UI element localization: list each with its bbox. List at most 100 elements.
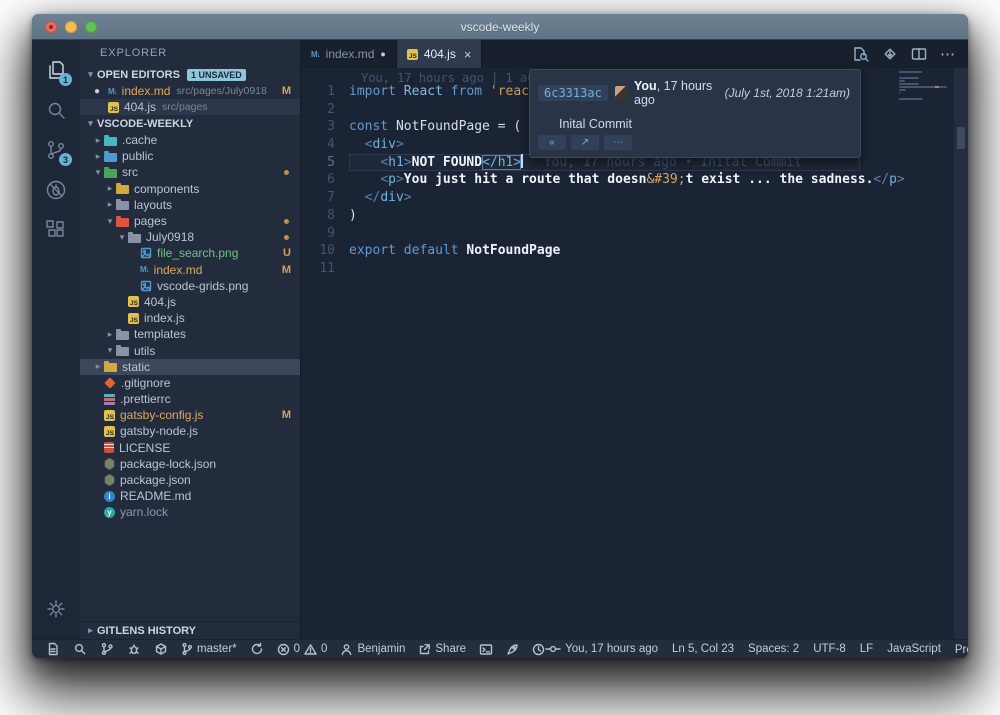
javascript-file-icon: JS (104, 410, 115, 421)
open-editor-label: 404.js (124, 100, 156, 114)
tree-item-utils[interactable]: ▾utils (80, 342, 300, 358)
status-item-history-clock[interactable] (532, 643, 545, 656)
minimize-window-button[interactable] (65, 21, 77, 33)
tree-item-LICENSE[interactable]: LICENSE (80, 440, 300, 456)
tree-item-src[interactable]: ▾src (80, 164, 300, 180)
line-number: 9 (301, 225, 335, 243)
gitlens-history-label: GITLENS HISTORY (97, 625, 196, 637)
more-actions-button[interactable]: ⋯ (604, 135, 632, 150)
tabs: M↓index.md●JS404.js× (301, 40, 482, 68)
status-item-indentation[interactable]: Spaces: 2 (748, 643, 799, 655)
tree-item-gatsby-node.js[interactable]: JSgatsby-node.js (80, 423, 300, 439)
tree-item-404.js[interactable]: JS404.js (80, 294, 300, 310)
gitlens-history-header[interactable]: ▸ GITLENS HISTORY (80, 621, 300, 639)
chevron-right-icon: ▸ (92, 151, 104, 162)
line-number: 11 (301, 260, 335, 278)
status-item-file-document[interactable] (46, 642, 60, 656)
status-item-sync[interactable] (250, 642, 264, 656)
status-item-rocket[interactable] (506, 643, 519, 656)
tree-item-.cache[interactable]: ▸.cache (80, 132, 300, 148)
activity-bar-item-extensions[interactable] (32, 210, 80, 250)
open-in-remote-button[interactable]: ↗ (571, 135, 599, 150)
activity-bar-item-explorer[interactable]: 1 (32, 50, 80, 90)
tree-item-vscode-grids.png[interactable]: vscode-grids.png (80, 278, 300, 294)
tree-item-label: README.md (120, 489, 191, 503)
close-icon[interactable]: × (464, 47, 472, 62)
modified-dot: ● (94, 86, 108, 97)
scrollbar[interactable] (954, 68, 968, 639)
zoom-window-button[interactable] (85, 21, 97, 33)
status-item-label: You, 17 hours ago (565, 643, 658, 655)
minimap-line (899, 80, 905, 82)
open-editors-label: OPEN EDITORS (97, 69, 180, 81)
folder-icon (104, 153, 117, 162)
workspace-folder-header[interactable]: ▾ VSCODE-WEEKLY (80, 115, 300, 132)
file-tree: ▸.cache ▸ public▾src▸components▸layouts▾pa… (80, 132, 300, 521)
tab-404.js[interactable]: JS404.js× (397, 40, 483, 68)
open-editors-header[interactable]: ▾ OPEN EDITORS 1 UNSAVED (80, 66, 300, 83)
tree-item-public[interactable]: ▸ public (80, 148, 300, 164)
line-number: 1 (301, 83, 335, 101)
tree-item-index.js[interactable]: JSindex.js (80, 310, 300, 326)
tree-item-templates[interactable]: ▸templates (80, 326, 300, 342)
box-icon (154, 642, 168, 656)
activity-bar-item-settings[interactable] (32, 589, 80, 629)
open-changes-icon[interactable] (882, 46, 898, 62)
chevron-right-icon: ▸ (104, 329, 116, 340)
status-item-git-branch[interactable]: master* (181, 642, 237, 656)
minimap-line (899, 71, 922, 73)
activity-bar-item-debug[interactable] (32, 170, 80, 210)
tree-item-package-lock.json[interactable]: package-lock.json (80, 456, 300, 472)
tree-item-gatsby-config.js[interactable]: JSgatsby-config.jsM (80, 407, 300, 423)
tree-item-.prettierrc[interactable]: .prettierrc (80, 391, 300, 407)
status-item-formatter[interactable]: Prettier: ✓ (955, 642, 968, 656)
activity-bar-item-search[interactable] (32, 90, 80, 130)
tab-index.md[interactable]: M↓index.md● (301, 40, 397, 68)
tree-item-static[interactable]: ▸static (80, 359, 300, 375)
tree-item-layouts[interactable]: ▸layouts (80, 197, 300, 213)
tree-item-package.json[interactable]: package.json (80, 472, 300, 488)
status-item-language-mode[interactable]: JavaScript (887, 643, 941, 655)
status-item-label: Benjamin (357, 643, 405, 655)
status-item-git-fork[interactable] (100, 642, 114, 656)
minimap[interactable] (899, 71, 951, 104)
commit-message: Inital Commit (559, 117, 860, 131)
tree-item-file_search.png[interactable]: file_search.pngU (80, 245, 300, 261)
tree-item-.gitignore[interactable]: .gitignore (80, 375, 300, 391)
tree-item-pages[interactable]: ▾pages (80, 213, 300, 229)
commit-sha[interactable]: 6c3313ac (538, 85, 608, 101)
gear-icon (44, 597, 68, 621)
status-item-search[interactable] (73, 642, 87, 656)
markdown-file-icon: M↓ (140, 265, 149, 274)
tree-item-label: public (122, 149, 153, 163)
open-editor-404.js[interactable]: JS404.jssrc/pages (80, 99, 300, 115)
modified-dot: ● (380, 49, 385, 59)
status-item-label: LF (860, 643, 873, 655)
tree-item-July0918[interactable]: ▾July0918 (80, 229, 300, 245)
open-editor-index.md[interactable]: ●M↓index.mdsrc/pages/July0918M (80, 83, 300, 99)
activity-bar-item-source-control[interactable]: 3 (32, 130, 80, 170)
titlebar[interactable]: vscode-weekly (32, 14, 968, 40)
scrollbar-slider[interactable] (957, 127, 965, 149)
tree-item-components[interactable]: ▸components (80, 181, 300, 197)
status-item-encoding[interactable]: UTF-8 (813, 643, 846, 655)
status-item-problems[interactable]: 0 0 (277, 643, 328, 656)
search-commits-icon[interactable] (852, 46, 869, 62)
tree-item-README.md[interactable]: iREADME.md (80, 488, 300, 504)
status-item-live-share[interactable]: Benjamin (340, 643, 405, 656)
more-actions-icon[interactable]: ⋯ (940, 45, 956, 63)
status-item-blame-status[interactable]: You, 17 hours ago (545, 643, 658, 655)
close-window-button[interactable] (45, 21, 57, 33)
status-item-eol[interactable]: LF (860, 643, 873, 655)
status-item-bug[interactable] (127, 642, 141, 656)
tree-item-yarn.lock[interactable]: yyarn.lock (80, 504, 300, 520)
status-item-terminal[interactable] (479, 643, 493, 656)
status-item-share[interactable]: Share (418, 643, 466, 656)
commit-date: (July 1st, 2018 1:21am) (725, 86, 850, 100)
status-item-cursor-position[interactable]: Ln 5, Col 23 (672, 643, 734, 655)
tree-item-index.md[interactable]: M↓index.mdM (80, 262, 300, 278)
minimap-line (899, 83, 919, 85)
status-item-package-box[interactable] (154, 642, 168, 656)
show-commit-details-button[interactable]: « (538, 135, 566, 150)
split-editor-icon[interactable] (911, 47, 927, 61)
